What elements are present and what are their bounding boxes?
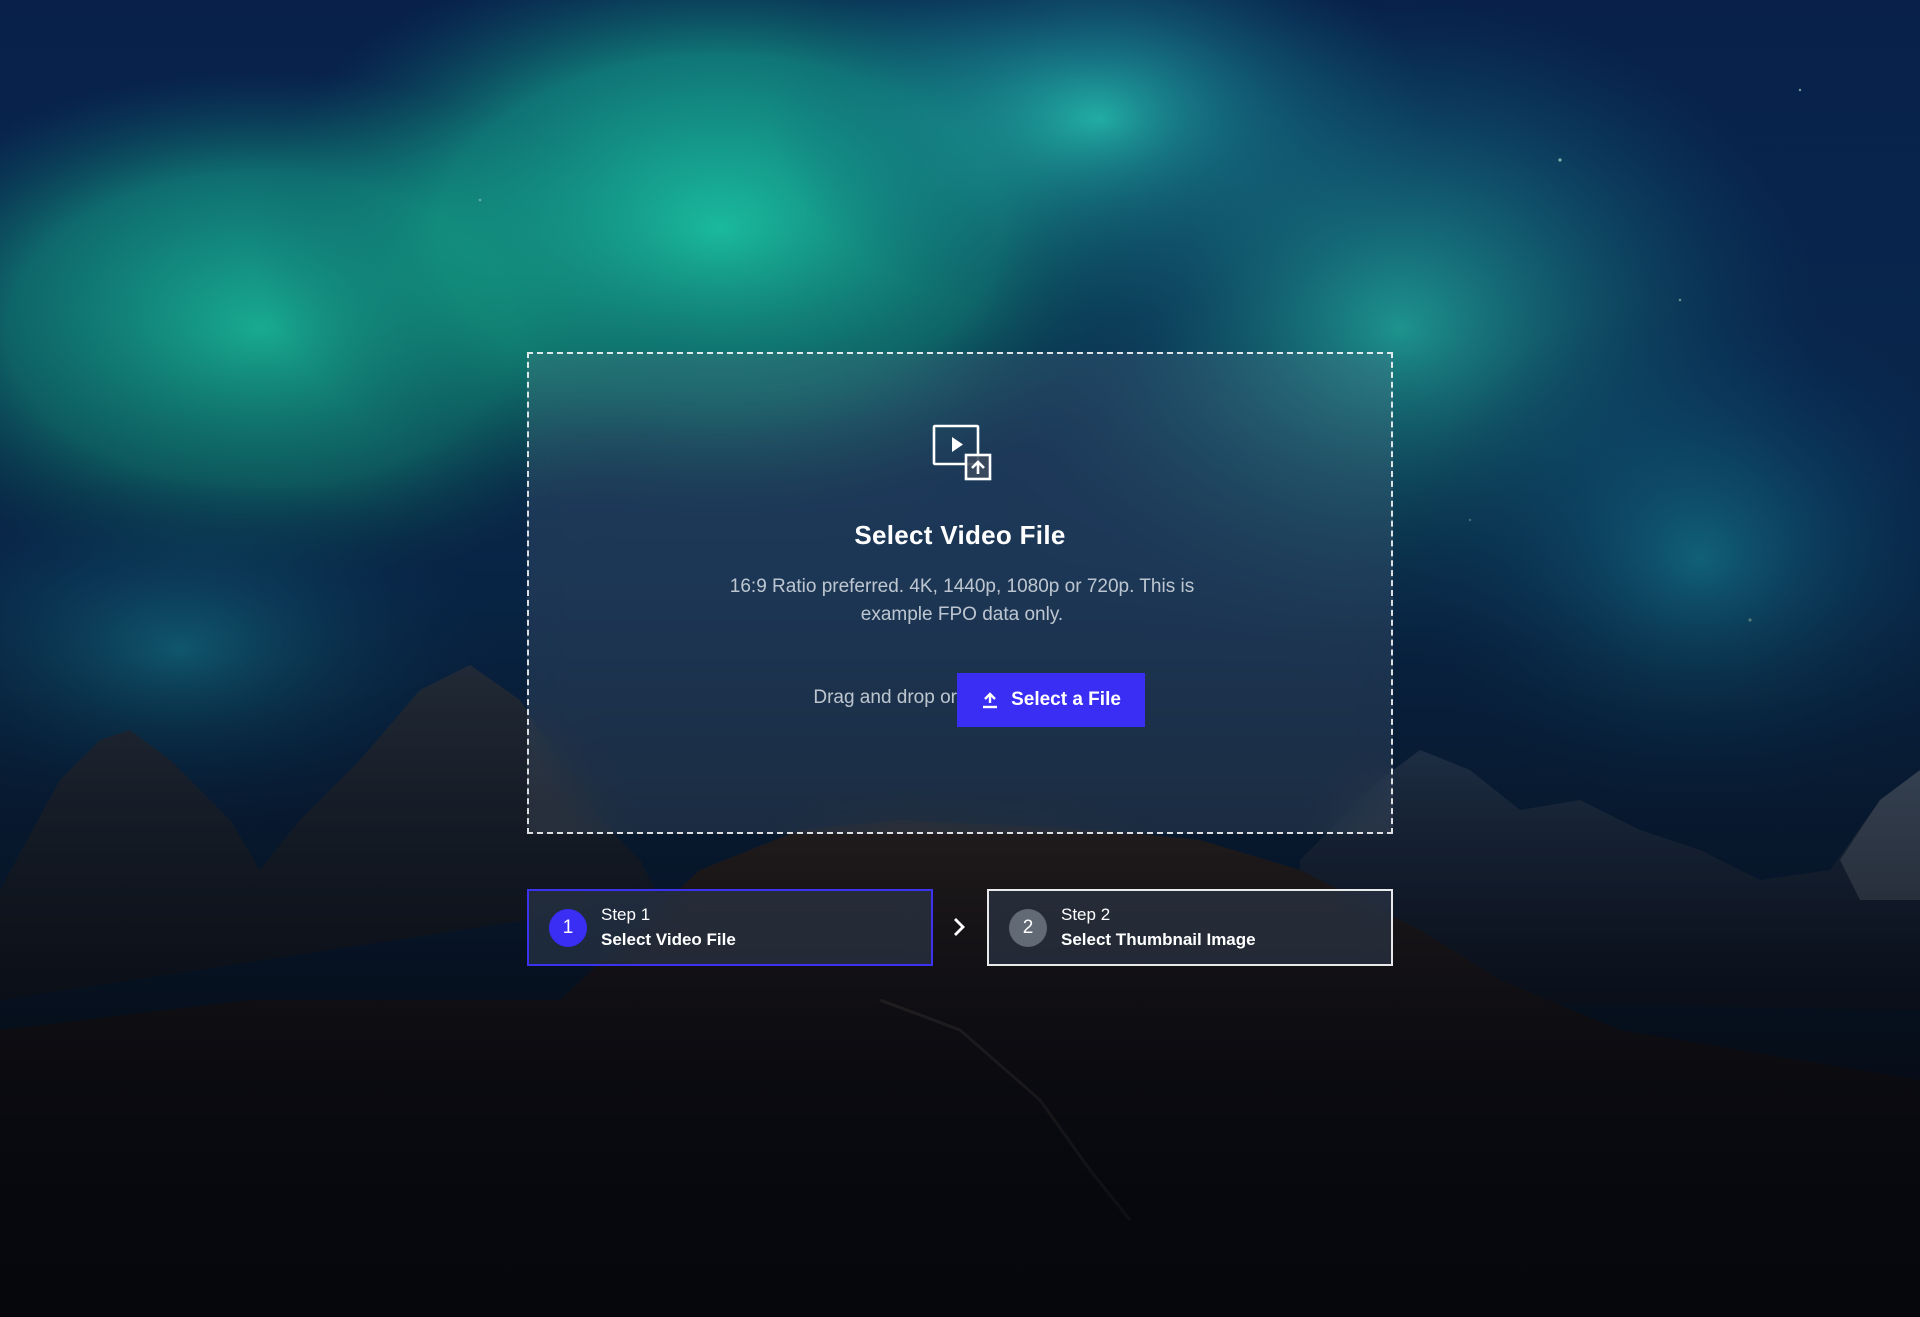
video-dropzone[interactable]: Select Video File 16:9 Ratio preferred. … bbox=[527, 352, 1393, 834]
select-file-label: Select a File bbox=[1011, 689, 1121, 710]
step-1-video-file[interactable]: 1 Step 1 Select Video File bbox=[527, 889, 933, 966]
step-2-number: 2 bbox=[1009, 909, 1047, 947]
chevron-right-icon bbox=[954, 918, 965, 936]
step-1-label: Step 1 bbox=[601, 905, 651, 924]
upload-title: Select Video File bbox=[854, 520, 1066, 550]
step-2-label: Step 2 bbox=[1061, 905, 1111, 924]
video-upload-icon bbox=[932, 424, 992, 481]
upload-page: Select Video File 16:9 Ratio preferred. … bbox=[0, 0, 1920, 1317]
upload-arrow-icon bbox=[983, 692, 998, 709]
drag-drop-text: Drag and drop or bbox=[813, 687, 957, 708]
step-2-thumbnail-image[interactable]: 2 Step 2 Select Thumbnail Image bbox=[987, 889, 1393, 966]
upload-description: 16:9 Ratio preferred. 4K, 1440p, 1080p o… bbox=[729, 576, 1195, 625]
step-1-title: Select Video File bbox=[601, 930, 736, 949]
step-2-title: Select Thumbnail Image bbox=[1061, 930, 1256, 949]
step-1-number: 1 bbox=[549, 909, 587, 947]
select-file-button[interactable]: Select a File bbox=[957, 673, 1145, 727]
